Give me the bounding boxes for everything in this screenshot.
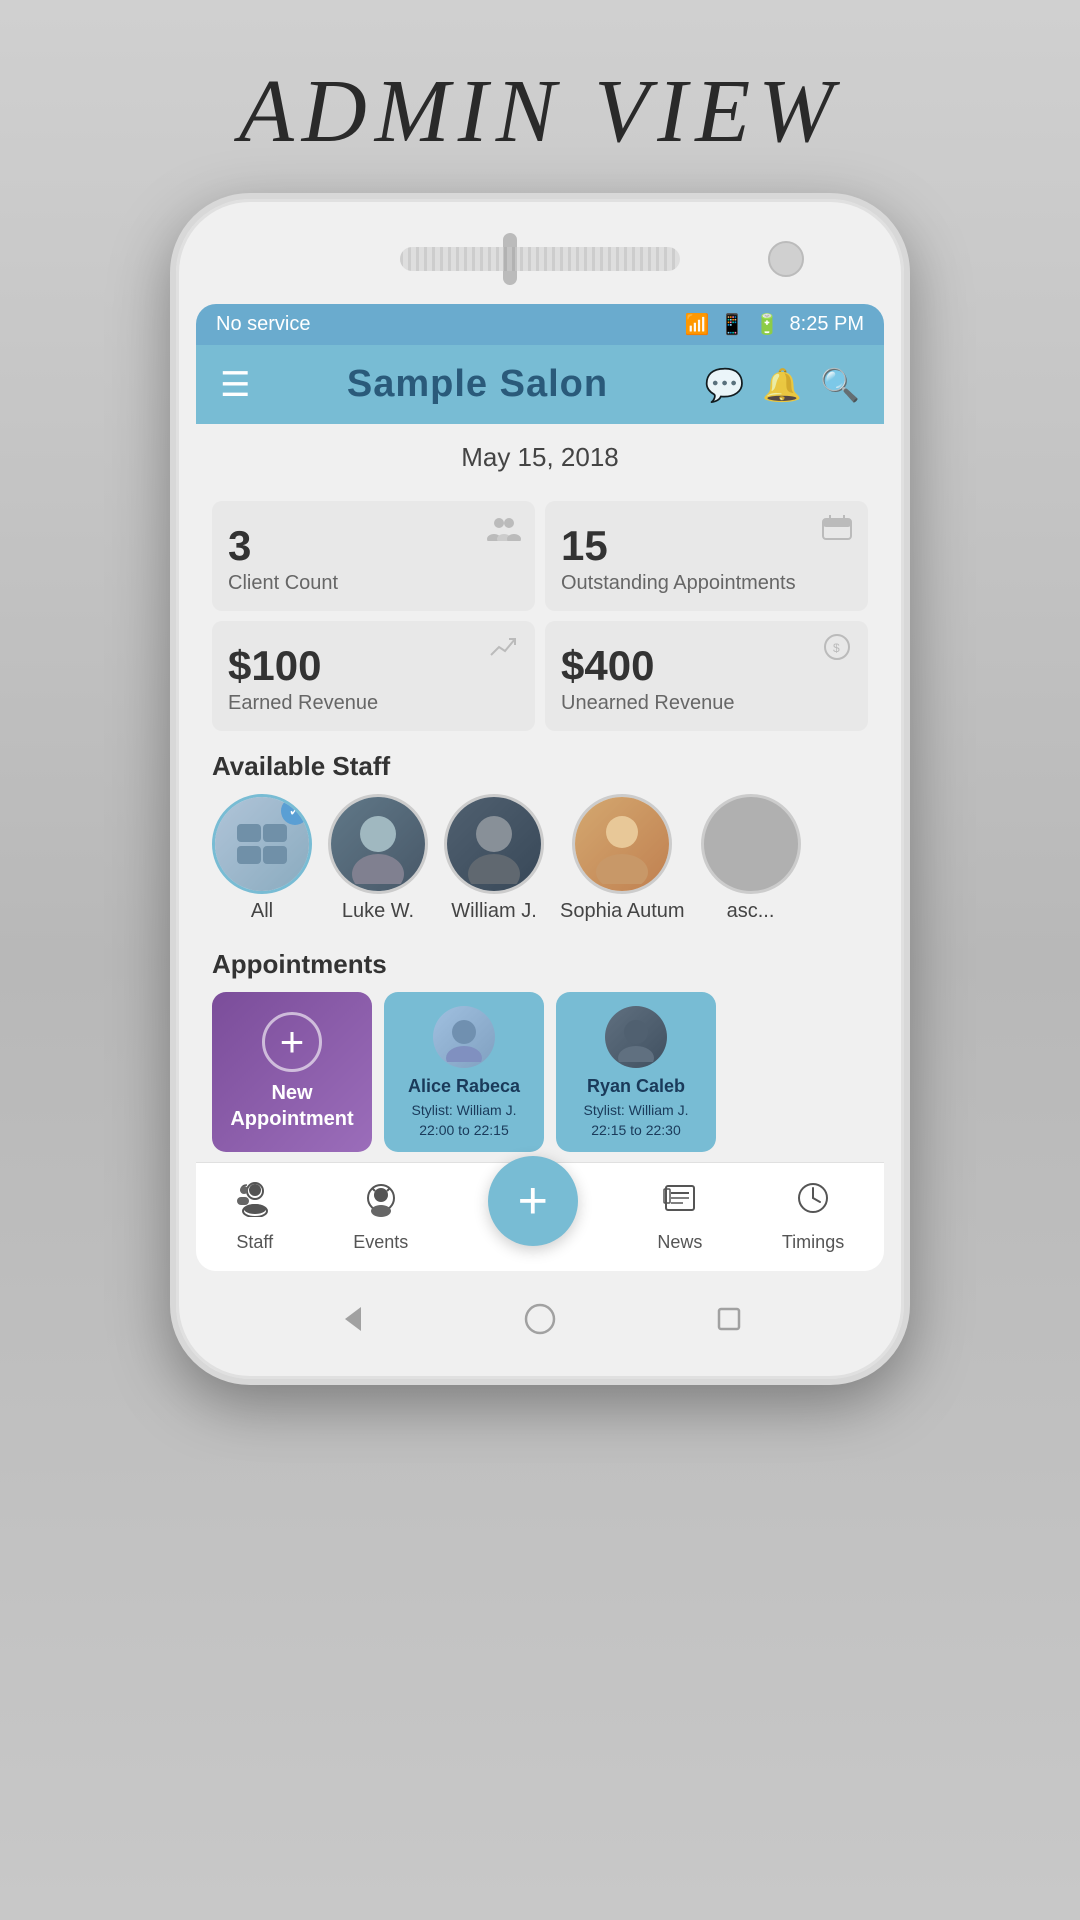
alice-avatar xyxy=(433,1006,495,1068)
staff-avatar-william xyxy=(444,794,544,894)
menu-icon[interactable]: ☰ xyxy=(220,368,250,402)
alice-stylist: Stylist: William J. xyxy=(412,1101,517,1121)
staff-nav-label: Staff xyxy=(236,1232,273,1253)
staff-section: Available Staff ✓ xyxy=(196,741,884,939)
client-label: Client Count xyxy=(228,572,338,595)
client-count: 3 xyxy=(228,522,251,570)
phone-shell: No service 📶 📱 🔋 8:25 PM ☰ Sample Salon … xyxy=(170,193,910,1385)
date-bar: May 15, 2018 xyxy=(196,424,884,491)
appointment-label: Outstanding Appointments xyxy=(561,572,796,595)
events-nav-label: Events xyxy=(353,1232,408,1253)
staff-avatar-sophia xyxy=(572,794,672,894)
staff-section-title: Available Staff xyxy=(212,751,868,782)
chat-icon[interactable]: 💬 xyxy=(704,366,744,404)
battery-icon: 🔋 xyxy=(755,312,780,337)
nav-item-staff[interactable]: Staff xyxy=(236,1179,274,1253)
stat-card-earned[interactable]: $100 Earned Revenue xyxy=(212,621,535,731)
bell-icon[interactable]: 🔔 xyxy=(762,366,802,404)
appointment-card-alice[interactable]: Alice Rabeca Stylist: William J. 22:00 t… xyxy=(384,992,544,1152)
events-nav-icon xyxy=(362,1179,400,1226)
appointments-icon xyxy=(820,513,854,549)
staff-item-all[interactable]: ✓ All xyxy=(212,794,312,923)
appointments-row: + NewAppointment Alice Rabeca Stylist: W… xyxy=(212,992,868,1152)
recents-button[interactable] xyxy=(704,1294,754,1344)
search-icon[interactable]: 🔍 xyxy=(820,366,860,404)
ryan-time: 22:15 to 22:30 xyxy=(591,1121,681,1141)
phone-top xyxy=(196,219,884,299)
appointment-count: 15 xyxy=(561,522,608,570)
app-header: ☰ Sample Salon 💬 🔔 🔍 xyxy=(196,345,884,424)
time-display: 8:25 PM xyxy=(790,313,864,336)
nav-item-timings[interactable]: Timings xyxy=(782,1179,844,1253)
news-nav-icon xyxy=(661,1179,699,1226)
carrier-text: No service xyxy=(216,313,310,336)
timings-nav-icon xyxy=(794,1179,832,1226)
stat-card-unearned[interactable]: $ $400 Unearned Revenue xyxy=(545,621,868,731)
ryan-avatar xyxy=(605,1006,667,1068)
staff-name-more: asc... xyxy=(727,900,775,923)
signal-icon: 📱 xyxy=(720,312,745,337)
new-appt-plus-icon: + xyxy=(262,1012,322,1072)
unearned-icon: $ xyxy=(820,633,854,669)
staff-item-luke[interactable]: Luke W. xyxy=(328,794,428,923)
page-title: ADMIN VIEW xyxy=(239,60,841,163)
staff-item-more[interactable]: asc... xyxy=(701,794,801,923)
stat-card-clients[interactable]: 3 Client Count xyxy=(212,501,535,611)
staff-avatar-all: ✓ xyxy=(212,794,312,894)
ryan-name: Ryan Caleb xyxy=(587,1076,685,1097)
phone-screen: No service 📶 📱 🔋 8:25 PM ☰ Sample Salon … xyxy=(196,304,884,1271)
staff-name-luke: Luke W. xyxy=(342,900,414,923)
bottom-nav: Staff Events + xyxy=(196,1162,884,1271)
appointment-card-ryan[interactable]: Ryan Caleb Stylist: William J. 22:15 to … xyxy=(556,992,716,1152)
staff-avatar-luke xyxy=(328,794,428,894)
speaker-grille xyxy=(400,247,680,271)
staff-name-william: William J. xyxy=(451,900,537,923)
unearned-amount: $400 xyxy=(561,642,654,690)
unearned-label: Unearned Revenue xyxy=(561,692,734,715)
phone-bottom-nav xyxy=(196,1279,884,1359)
stat-card-appointments[interactable]: 15 Outstanding Appointments xyxy=(545,501,868,611)
front-camera xyxy=(768,241,804,277)
alice-name: Alice Rabeca xyxy=(408,1076,520,1097)
nav-item-news[interactable]: News xyxy=(657,1179,702,1253)
nav-item-events[interactable]: Events xyxy=(353,1179,408,1253)
alice-time: 22:00 to 22:15 xyxy=(419,1121,509,1141)
staff-avatar-more xyxy=(701,794,801,894)
staff-nav-icon xyxy=(236,1179,274,1226)
home-button[interactable] xyxy=(515,1294,565,1344)
status-right: 📶 📱 🔋 8:25 PM xyxy=(685,312,864,337)
staff-item-william[interactable]: William J. xyxy=(444,794,544,923)
new-appt-label: NewAppointment xyxy=(230,1080,353,1132)
app-name: Sample Salon xyxy=(347,363,608,406)
staff-check-all: ✓ xyxy=(281,797,309,825)
earned-icon xyxy=(487,633,521,669)
earned-amount: $100 xyxy=(228,642,321,690)
wifi-icon: 📶 xyxy=(685,312,710,337)
news-nav-label: News xyxy=(657,1232,702,1253)
appointments-section: Appointments + NewAppointment Alice Ra xyxy=(196,939,884,1162)
stats-grid: 3 Client Count 15 Outstanding Appointmen… xyxy=(196,491,884,741)
staff-name-all: All xyxy=(251,900,273,923)
staff-row: ✓ All Luke W. xyxy=(212,794,868,933)
clients-icon xyxy=(487,513,521,549)
earned-label: Earned Revenue xyxy=(228,692,378,715)
appointments-title: Appointments xyxy=(212,949,868,980)
status-bar: No service 📶 📱 🔋 8:25 PM xyxy=(196,304,884,345)
timings-nav-label: Timings xyxy=(782,1232,844,1253)
back-button[interactable] xyxy=(326,1294,376,1344)
staff-item-sophia[interactable]: Sophia Autum xyxy=(560,794,685,923)
ryan-stylist: Stylist: William J. xyxy=(584,1101,689,1121)
nav-add-button[interactable]: + xyxy=(488,1156,578,1246)
svg-text:$: $ xyxy=(833,641,840,655)
header-icons: 💬 🔔 🔍 xyxy=(704,366,860,404)
staff-name-sophia: Sophia Autum xyxy=(560,900,685,923)
new-appointment-card[interactable]: + NewAppointment xyxy=(212,992,372,1152)
